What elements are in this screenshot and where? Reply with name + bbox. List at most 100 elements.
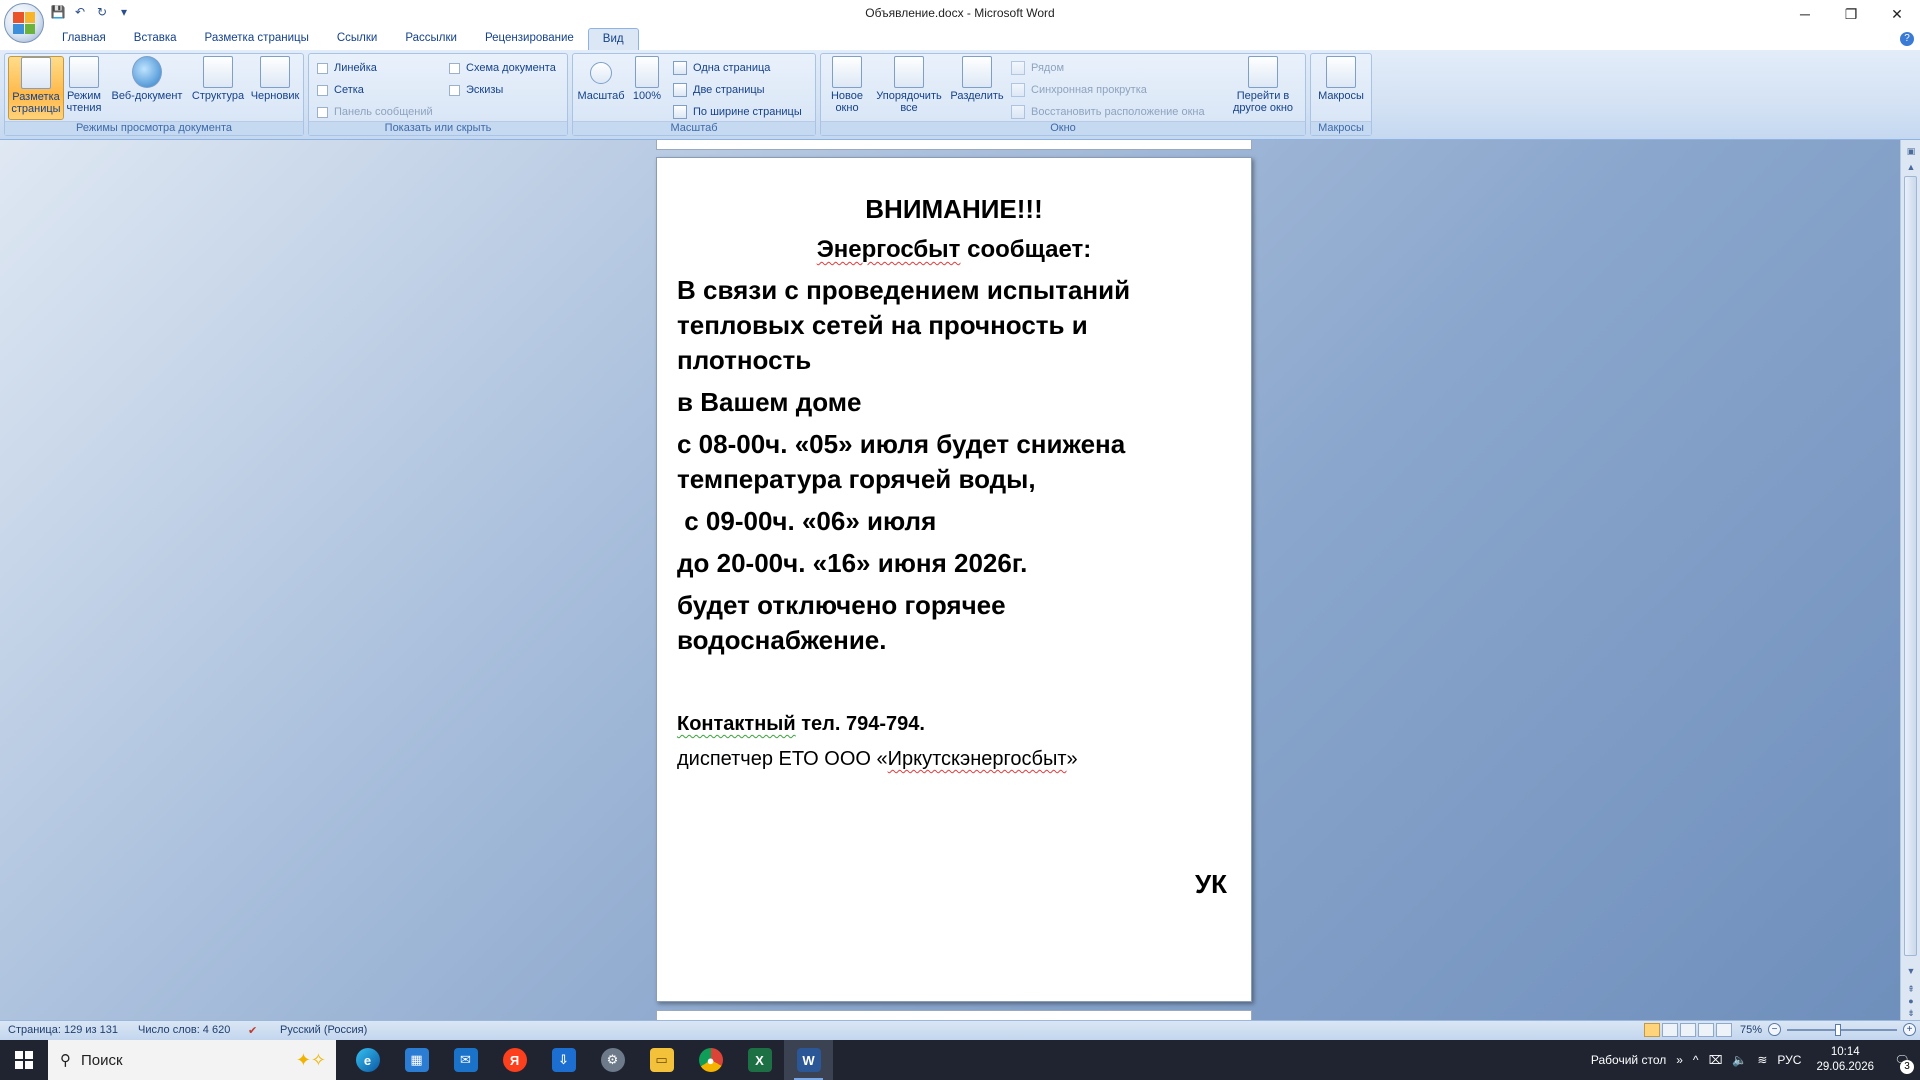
word-icon: W: [796, 1048, 821, 1072]
document-map-checkbox[interactable]: Схема документа: [449, 59, 556, 77]
desktop-toolbar-label[interactable]: Рабочий стол: [1591, 1053, 1666, 1067]
web-layout-button[interactable]: Веб-документ: [109, 56, 185, 120]
store-app[interactable]: ▦: [392, 1040, 441, 1080]
paragraph-line: температура горячей воды,: [677, 464, 1036, 494]
restore-button[interactable]: ❐: [1828, 0, 1874, 28]
zoom-in-icon[interactable]: +: [1903, 1023, 1917, 1036]
sync-scroll-icon: [1011, 83, 1025, 97]
zoom-slider[interactable]: [1787, 1023, 1898, 1036]
dispatcher-prefix: диспетчер ЕТО ООО «: [677, 748, 888, 770]
start-button[interactable]: [0, 1040, 48, 1080]
tab-references[interactable]: Ссылки: [323, 28, 392, 50]
split-button[interactable]: Разделить: [947, 56, 1007, 120]
paragraph-line: будет отключено горячее: [677, 590, 1006, 620]
grid-checkbox[interactable]: Сетка: [317, 81, 364, 99]
macros-button[interactable]: Макросы: [1313, 56, 1369, 120]
zoom-out-icon[interactable]: −: [1768, 1023, 1782, 1036]
previous-page-icon[interactable]: ⇞: [1905, 984, 1917, 996]
print-layout-view-icon[interactable]: [1644, 1023, 1660, 1037]
web-view-icon[interactable]: [1680, 1023, 1696, 1037]
language-indicator[interactable]: Русский (Россия): [280, 1024, 367, 1036]
yandex-icon: Я: [502, 1048, 527, 1072]
draft-button[interactable]: Черновик: [247, 56, 303, 120]
excel-app[interactable]: X: [735, 1040, 784, 1080]
outline-label: Структура: [191, 90, 245, 102]
paragraph-line: в Вашем доме: [677, 387, 862, 417]
draft-view-icon[interactable]: [1716, 1023, 1732, 1037]
reading-mode-button[interactable]: Режим чтения: [61, 56, 107, 120]
contact-line: Контактный тел. 794-794.: [677, 713, 925, 736]
tab-insert[interactable]: Вставка: [120, 28, 191, 50]
reset-position-icon: [1011, 105, 1025, 119]
ruler-toggle-icon[interactable]: ▣: [1905, 146, 1917, 158]
tab-page-layout[interactable]: Разметка страницы: [191, 28, 323, 50]
scroll-down-icon[interactable]: ▼: [1905, 966, 1917, 978]
folder-icon: ▭: [649, 1048, 674, 1072]
scroll-thumb[interactable]: [1904, 176, 1917, 956]
chrome-app[interactable]: ●: [686, 1040, 735, 1080]
two-pages-button[interactable]: Две страницы: [673, 81, 765, 99]
one-page-button[interactable]: Одна страница: [673, 59, 770, 77]
zoom-100-button[interactable]: 100%: [627, 56, 667, 120]
tab-view[interactable]: Вид: [587, 28, 639, 50]
outline-button[interactable]: Структура: [187, 56, 249, 120]
edge-app[interactable]: e: [343, 1040, 392, 1080]
paragraph-line: до 20-00ч. «16» июня 2026г.: [677, 548, 1028, 578]
tools-app[interactable]: ⚙: [588, 1040, 637, 1080]
document-page[interactable]: ВНИМАНИЕ!!! Энергосбыт сообщает: В связи…: [656, 157, 1252, 1002]
wifi-icon[interactable]: ≋: [1757, 1053, 1767, 1067]
toolbar-expand-icon[interactable]: »: [1676, 1053, 1683, 1067]
paragraph-line: водоснабжение.: [677, 625, 887, 655]
proofing-icon[interactable]: ✔: [248, 1024, 257, 1037]
sparkle-icon[interactable]: ✦✧: [296, 1050, 326, 1071]
office-button[interactable]: [4, 3, 44, 43]
thumbnails-checkbox[interactable]: Эскизы: [449, 81, 503, 99]
next-page-icon[interactable]: ⇟: [1905, 1008, 1917, 1020]
mail-app[interactable]: ✉: [441, 1040, 490, 1080]
reading-view-icon[interactable]: [1662, 1023, 1678, 1037]
arrange-all-button[interactable]: Упорядочить все: [869, 56, 949, 120]
outline-view-icon[interactable]: [1698, 1023, 1714, 1037]
ruler-checkbox[interactable]: Линейка: [317, 59, 377, 77]
print-layout-button[interactable]: Разметка страницы: [8, 56, 64, 120]
file-explorer-app[interactable]: ▭: [637, 1040, 686, 1080]
download-app[interactable]: ⇩: [539, 1040, 588, 1080]
tab-review[interactable]: Рецензирование: [471, 28, 588, 50]
word-app[interactable]: W: [784, 1040, 833, 1080]
dispatcher-suffix: »: [1066, 748, 1078, 770]
tab-home[interactable]: Главная: [48, 28, 120, 50]
scroll-up-icon[interactable]: ▲: [1905, 162, 1917, 174]
minimize-button[interactable]: ─: [1782, 0, 1828, 28]
heading-attention: ВНИМАНИЕ!!!: [865, 194, 1043, 224]
zoom-button[interactable]: Масштаб: [575, 56, 627, 120]
store-icon: ▦: [404, 1048, 429, 1072]
new-window-label: Новое окно: [830, 90, 864, 114]
word-count[interactable]: Число слов: 4 620: [138, 1024, 230, 1036]
close-button[interactable]: ✕: [1874, 0, 1920, 28]
page-width-button[interactable]: По ширине страницы: [673, 103, 802, 121]
network-device-icon[interactable]: ⌧: [1709, 1053, 1723, 1067]
taskbar: ⚲ Поиск ✦✧ e ▦ ✉ Я ⇩ ⚙ ▭ ● X W Рабочий с…: [0, 1040, 1920, 1080]
browse-object-icon[interactable]: ●: [1905, 996, 1917, 1008]
taskbar-search[interactable]: ⚲ Поиск ✦✧: [48, 1040, 336, 1080]
page-counter[interactable]: Страница: 129 из 131: [8, 1024, 118, 1036]
volume-icon[interactable]: 🔈: [1732, 1053, 1747, 1067]
page-width-icon: [673, 105, 687, 119]
clock[interactable]: 10:14 29.06.2026: [1816, 1045, 1874, 1075]
notifications-button[interactable]: 🗨 3: [1884, 1040, 1920, 1080]
zoom-slider-knob[interactable]: [1835, 1023, 1842, 1036]
yandex-app[interactable]: Я: [490, 1040, 539, 1080]
one-page-icon: [673, 61, 687, 75]
outline-icon: [203, 56, 233, 88]
new-window-button[interactable]: Новое окно: [823, 56, 871, 120]
show-hidden-icons-icon[interactable]: ^: [1693, 1053, 1699, 1067]
switch-windows-button[interactable]: Перейти в другое окно: [1223, 56, 1303, 120]
group-label: Окно: [821, 121, 1305, 135]
vertical-scrollbar[interactable]: ▣ ▲ ▼ ⇞ ● ⇟: [1900, 140, 1920, 1020]
tab-mailings[interactable]: Рассылки: [391, 28, 471, 50]
input-language[interactable]: РУС: [1777, 1053, 1801, 1067]
document-map-label: Схема документа: [466, 62, 556, 74]
split-icon: [962, 56, 992, 88]
zoom-level[interactable]: 75%: [1740, 1024, 1762, 1036]
help-icon[interactable]: ?: [1900, 32, 1914, 46]
